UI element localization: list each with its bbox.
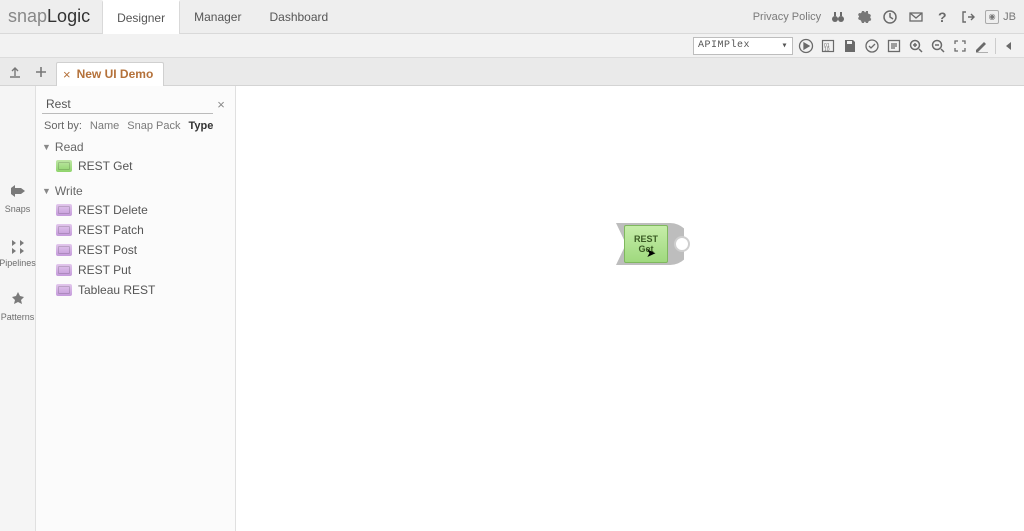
snap-label: REST Patch: [78, 223, 144, 237]
rail-patterns[interactable]: Patterns: [1, 290, 35, 322]
category-read-header[interactable]: ▼ Read: [42, 140, 229, 154]
snap-label: Tableau REST: [78, 283, 155, 297]
close-icon[interactable]: ×: [63, 67, 71, 82]
snap-label: REST Post: [78, 243, 137, 257]
sort-type[interactable]: Type: [188, 120, 213, 132]
rail-snaps[interactable]: Snaps: [5, 182, 31, 214]
user-initials: JB: [1003, 11, 1016, 23]
snap-icon: [56, 284, 72, 296]
pipeline-select-value: APIMPlex: [698, 40, 750, 51]
clear-search-icon[interactable]: ×: [213, 97, 229, 112]
logo-part2: Logic: [47, 6, 90, 27]
snap-node-rest-get[interactable]: REST Get: [614, 221, 684, 267]
category-read-label: Read: [55, 140, 84, 154]
upload-icon[interactable]: [4, 61, 26, 83]
toolbar: APIMPlex ▾ 0110: [0, 34, 1024, 58]
chevron-down-icon: ▼: [42, 186, 51, 196]
tab-designer-label: Designer: [117, 11, 165, 25]
tab-manager[interactable]: Manager: [180, 0, 255, 34]
snap-node-body: REST Get: [624, 225, 668, 263]
help-icon[interactable]: ?: [933, 8, 951, 26]
mail-icon[interactable]: [907, 8, 925, 26]
sort-snap-pack[interactable]: Snap Pack: [127, 120, 180, 132]
catalog-search-input[interactable]: [42, 94, 213, 114]
snap-icon: [56, 244, 72, 256]
app-right: Privacy Policy ? ◉ JB: [753, 8, 1024, 26]
snap-rest-put[interactable]: REST Put: [52, 260, 229, 280]
avatar-icon: ◉: [985, 10, 999, 24]
snap-tableau-rest[interactable]: Tableau REST: [52, 280, 229, 300]
chevron-down-icon: ▾: [781, 40, 788, 52]
binoculars-icon[interactable]: [829, 8, 847, 26]
user-badge[interactable]: ◉ JB: [985, 10, 1016, 24]
save-icon[interactable]: [841, 37, 859, 55]
snap-icon: [56, 264, 72, 276]
catalog-panel: × Sort by: Name Snap Pack Type ▼ Read RES…: [36, 86, 236, 531]
sort-name[interactable]: Name: [90, 120, 119, 132]
snap-rest-get[interactable]: REST Get: [52, 156, 229, 176]
clock-icon[interactable]: [881, 8, 899, 26]
add-pipeline-button[interactable]: [30, 61, 52, 83]
file-tab-name: New UI Demo: [77, 67, 154, 81]
tab-dashboard-label: Dashboard: [269, 10, 328, 24]
snap-rest-post[interactable]: REST Post: [52, 240, 229, 260]
tab-dashboard[interactable]: Dashboard: [255, 0, 342, 34]
snap-rest-patch[interactable]: REST Patch: [52, 220, 229, 240]
category-write-label: Write: [55, 184, 83, 198]
svg-text:?: ?: [938, 9, 947, 25]
sort-label: Sort by:: [44, 120, 82, 132]
snap-node-label: REST Get: [627, 234, 665, 254]
binary-icon[interactable]: 0110: [819, 37, 837, 55]
left-rail: Snaps Pipelines Patterns: [0, 86, 36, 531]
chevron-down-icon: ▼: [42, 142, 51, 152]
rail-pipelines[interactable]: Pipelines: [0, 236, 36, 268]
snap-label: REST Get: [78, 159, 132, 173]
validate-icon[interactable]: [863, 37, 881, 55]
gear-icon[interactable]: [855, 8, 873, 26]
zoom-out-icon[interactable]: [929, 37, 947, 55]
snap-icon: [56, 224, 72, 236]
logo: snapLogic: [0, 6, 102, 27]
file-tab[interactable]: × New UI Demo: [56, 62, 164, 86]
privacy-link[interactable]: Privacy Policy: [753, 11, 821, 23]
pipeline-select[interactable]: APIMPlex ▾: [693, 37, 793, 55]
category-read: ▼ Read REST Get: [36, 138, 235, 182]
properties-icon[interactable]: [885, 37, 903, 55]
rail-snaps-label: Snaps: [5, 204, 31, 214]
play-icon[interactable]: [797, 37, 815, 55]
category-write: ▼Write REST Delete REST Patch REST Post …: [36, 182, 235, 306]
tab-manager-label: Manager: [194, 10, 241, 24]
rail-patterns-label: Patterns: [1, 312, 35, 322]
app-bar: snapLogic Designer Manager Dashboard Pri…: [0, 0, 1024, 34]
snap-icon: [56, 160, 72, 172]
snap-rest-delete[interactable]: REST Delete: [52, 200, 229, 220]
tab-designer[interactable]: Designer: [102, 0, 180, 34]
filetab-strip: × New UI Demo: [0, 58, 1024, 86]
workspace: Snaps Pipelines Patterns × Sort by: Name…: [0, 86, 1024, 531]
collapse-arrow-icon[interactable]: [1000, 37, 1018, 55]
sort-row: Sort by: Name Snap Pack Type: [36, 116, 235, 138]
category-write-header[interactable]: ▼ Write: [42, 184, 229, 198]
svg-text:10: 10: [824, 47, 830, 53]
rail-pipelines-label: Pipelines: [0, 258, 36, 268]
logout-icon[interactable]: [959, 8, 977, 26]
snap-node-output-port[interactable]: [674, 236, 690, 252]
canvas[interactable]: REST Get ➤: [236, 86, 1024, 531]
edit-icon[interactable]: [973, 37, 991, 55]
zoom-in-icon[interactable]: [907, 37, 925, 55]
fit-icon[interactable]: [951, 37, 969, 55]
logo-part1: snap: [8, 6, 47, 27]
snap-icon: [56, 204, 72, 216]
snap-label: REST Put: [78, 263, 131, 277]
snap-label: REST Delete: [78, 203, 148, 217]
